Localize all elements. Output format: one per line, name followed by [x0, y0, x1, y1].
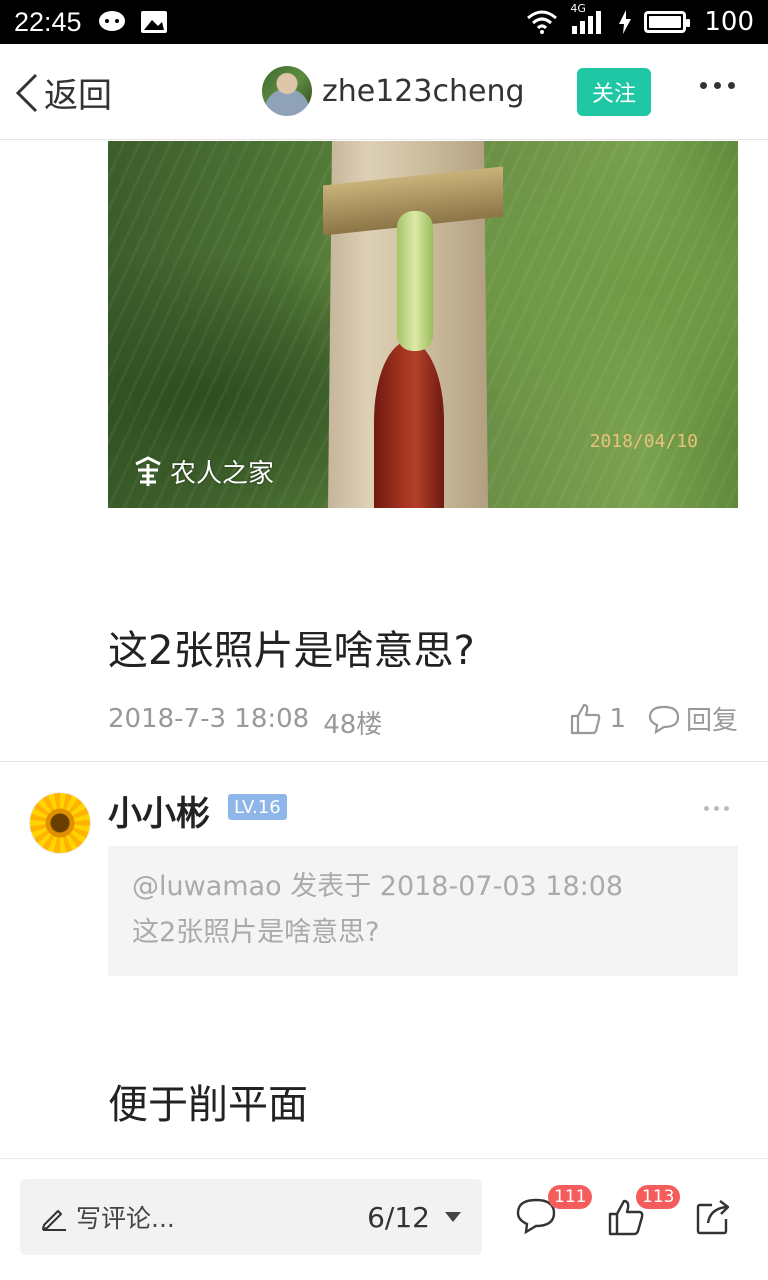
- quote-text: 这2张照片是啥意思?: [132, 916, 380, 948]
- quote-header: @luwamao 发表于 2018-07-03 18:08: [132, 871, 624, 902]
- reply-button[interactable]: 回复: [648, 700, 738, 737]
- back-label: 返回: [44, 76, 112, 116]
- author-avatar[interactable]: [262, 66, 312, 116]
- like-count-badge: 113: [636, 1185, 681, 1209]
- photo-watermark: 农人之家: [132, 453, 274, 490]
- image-notification-icon: [140, 11, 167, 33]
- battery-level: 100: [704, 7, 754, 37]
- wifi-icon: [527, 10, 558, 34]
- author-username[interactable]: zhe123cheng: [322, 74, 525, 109]
- comment-icon: [648, 705, 680, 734]
- back-button[interactable]: 返回: [14, 68, 112, 117]
- level-badge: LV.16: [228, 794, 287, 820]
- page-selector[interactable]: 6/12: [367, 1201, 462, 1234]
- page-indicator: 6/12: [367, 1200, 430, 1234]
- post-floor: 48楼: [323, 710, 383, 740]
- caret-down-icon: [445, 1212, 461, 1222]
- share-button[interactable]: [694, 1197, 734, 1241]
- charging-icon: [619, 10, 632, 34]
- divider: [0, 761, 768, 762]
- chevron-left-icon: [15, 73, 38, 112]
- write-comment-input[interactable]: 写评论... 6/12: [20, 1179, 482, 1255]
- battery-icon: [644, 11, 691, 33]
- post-photo[interactable]: 农人之家 2018/04/10: [108, 141, 738, 508]
- cell-signal-icon: 4G: [570, 2, 606, 34]
- commenter-avatar[interactable]: [30, 793, 90, 853]
- quoted-post: @luwamao 发表于 2018-07-03 18:08 这2张照片是啥意思?: [108, 846, 738, 976]
- like-count: 1: [609, 703, 626, 734]
- author-header[interactable]: zhe123cheng: [262, 66, 525, 116]
- status-bar: 22:45 4G 100: [0, 0, 768, 44]
- pencil-icon: [42, 1210, 66, 1231]
- share-icon: [696, 1200, 730, 1235]
- more-options-icon[interactable]: [700, 82, 735, 89]
- bottom-bar: 写评论... 6/12 111 113: [0, 1158, 768, 1280]
- comment-content: 便于削平面: [108, 1082, 308, 1128]
- commenter-name[interactable]: 小小彬: [108, 786, 210, 835]
- post-actions: 1 回复: [569, 700, 738, 737]
- post-content: 这2张照片是啥意思?: [108, 628, 475, 674]
- reply-label: 回复: [685, 706, 738, 736]
- watermark-logo-icon: [135, 455, 161, 486]
- status-time: 22:45: [14, 6, 82, 37]
- chat-bubble-icon: [98, 11, 125, 31]
- comment-count-badge: 111: [548, 1185, 593, 1209]
- comment-more-icon[interactable]: [704, 806, 729, 811]
- photo-date-stamp: 2018/04/10: [589, 431, 698, 452]
- like-button[interactable]: 1: [569, 702, 626, 736]
- comment-placeholder: 写评论...: [76, 1204, 175, 1233]
- post-meta: 2018-7-3 18:08 48楼: [108, 704, 382, 741]
- follow-button[interactable]: 关注: [577, 68, 651, 116]
- post-datetime: 2018-7-3 18:08: [108, 704, 310, 734]
- thumbs-up-icon: [571, 703, 601, 734]
- top-nav-bar: 返回 zhe123cheng 关注: [0, 44, 768, 140]
